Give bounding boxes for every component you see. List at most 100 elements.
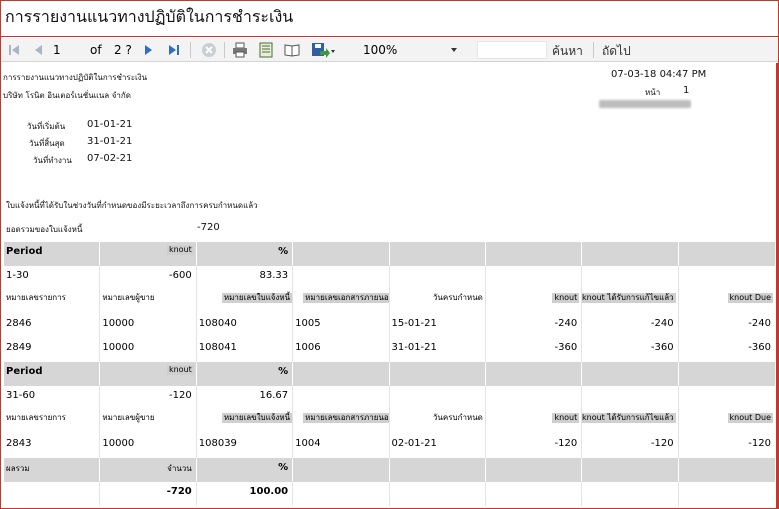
cell-invoice-no: 108041 (198, 342, 237, 353)
zoom-value: 100% (363, 43, 398, 57)
col-header-amount-due: knout Due (727, 413, 773, 423)
total-pages-label: 2 ? (114, 43, 132, 57)
cell-external-doc-no: 1005 (295, 318, 321, 329)
period-value: 31-60 (6, 390, 36, 401)
cell-due-date: 15-01-21 (391, 318, 437, 329)
percent-label: % (278, 366, 289, 377)
date-end-value: 31-01-21 (87, 136, 133, 147)
report-toolbar: of 2 ? 100% ค้นหา ถัดไป (1, 38, 778, 62)
toolbar-separator (224, 42, 225, 58)
table-row: 2846 10000 108040 1005 15-01-21 -240 -24… (4, 314, 775, 338)
col-header-amount-settled: knout ได้รับการแก้ไขแล้ว (582, 413, 676, 423)
cell-amount-settled: -240 (650, 318, 674, 329)
col-header-due-date: วันครบกำหนด (432, 413, 483, 422)
cell-due-date: 31-01-21 (391, 342, 437, 353)
page-setup-icon[interactable] (283, 41, 301, 59)
page-number-input[interactable] (53, 41, 83, 59)
date-work-value: 07-02-21 (87, 153, 133, 164)
page-label: หน้า (645, 88, 661, 97)
cell-amount: -360 (554, 342, 578, 353)
col-header-vendor-no: หมายเลขผู้ขาย (102, 293, 155, 302)
period-label: Period (6, 366, 43, 377)
page-number: 1 (683, 85, 690, 96)
window-title: การรายงานแนวทางปฏิบัติในการชำระเงิน (5, 7, 294, 26)
of-label: of (90, 43, 102, 57)
percent-value: 83.33 (259, 270, 289, 281)
date-work-label: วันที่ทำงาน (33, 156, 72, 165)
find-link[interactable]: ค้นหา (552, 42, 583, 61)
cell-amount-settled: -360 (650, 342, 674, 353)
print-icon[interactable] (231, 41, 249, 59)
group-header-row: Period knout % (4, 362, 775, 386)
cell-entry-no: 2846 (6, 318, 32, 329)
date-start-value: 01-01-21 (87, 119, 133, 130)
export-icon[interactable] (310, 41, 336, 59)
date-start-label: วันที่เริ่มต้น (27, 122, 66, 131)
toolbar-separator (190, 42, 191, 58)
col-header-entry-no: หมายเลขรายการ (6, 293, 66, 302)
stop-icon[interactable] (200, 41, 218, 59)
cell-amount-settled: -120 (650, 438, 674, 449)
percent-label: % (278, 246, 289, 257)
cell-vendor-no: 10000 (102, 438, 135, 449)
col-header-amount-settled: knout ได้รับการแก้ไขแล้ว (582, 293, 676, 303)
cell-due-date: 02-01-21 (391, 438, 437, 449)
col-header-due-date: วันครบกำหนด (432, 293, 483, 302)
last-page-icon[interactable] (167, 41, 181, 59)
cell-amount-due: -120 (748, 438, 771, 449)
cell-vendor-no: 10000 (102, 318, 135, 329)
col-header-amount: knout (552, 413, 580, 423)
report-name: การรายงานแนวทางปฏิบัติในการชำระเงิน (3, 73, 148, 82)
amount-value: -600 (169, 270, 192, 281)
report-datetime: 07-03-18 04:47 PM (611, 69, 707, 80)
total-percent-label: % (278, 462, 289, 473)
cell-invoice-no: 108039 (198, 438, 237, 449)
amount-value: -120 (169, 390, 192, 401)
date-end-label: วันที่สิ้นสุด (29, 139, 65, 148)
cell-entry-no: 2843 (6, 438, 32, 449)
group-summary-row: 1-30 -600 83.33 (4, 266, 775, 290)
cell-external-doc-no: 1004 (295, 438, 321, 449)
toolbar-separator (593, 42, 594, 58)
report-body: การรายงานแนวทางปฏิบัติในการชำระเงิน บริษ… (1, 63, 778, 508)
col-header-amount-due: knout Due (727, 293, 773, 303)
detail-header-row: หมายเลขรายการ หมายเลขผู้ขาย หมายเลขใบแจ้… (4, 410, 775, 434)
col-header-vendor-no: หมายเลขผู้ขาย (102, 413, 155, 422)
total-amount-value: -720 (166, 486, 192, 497)
col-header-invoice-no: หมายเลขใบแจ้งหนี้ (221, 293, 293, 303)
cell-vendor-no: 10000 (102, 342, 135, 353)
table-row: 2843 10000 108039 1004 02-01-21 -120 -12… (4, 434, 775, 458)
zoom-select[interactable]: 100% (357, 40, 461, 60)
cell-invoice-no: 108040 (198, 318, 237, 329)
col-header-external-doc-no: หมายเลขเอกสารภายนอก (303, 413, 389, 423)
invoice-total-value: -720 (197, 222, 220, 233)
find-input[interactable] (477, 41, 547, 59)
company-name: บริษัท โรนิต อินเตอร์เนชั่นแนล จำกัด (3, 91, 131, 100)
cell-entry-no: 2849 (6, 342, 32, 353)
find-next-link[interactable]: ถัดไป (602, 42, 631, 61)
total-row: -720 100.00 (4, 482, 775, 506)
period-label: Period (6, 246, 43, 257)
detail-header-row: หมายเลขรายการ หมายเลขผู้ขาย หมายเลขใบแจ้… (4, 290, 775, 314)
col-header-external-doc-no: หมายเลขเอกสารภายนอก (303, 293, 389, 303)
group-header-row: Period knout % (4, 242, 775, 266)
total-label: ผลรวม (6, 464, 30, 473)
title-bar: การรายงานแนวทางปฏิบัติในการชำระเงิน (1, 1, 778, 37)
table-row: 2849 10000 108041 1006 31-01-21 -360 -36… (4, 338, 775, 362)
col-header-amount: knout (552, 293, 580, 303)
chevron-down-icon (451, 48, 457, 52)
first-page-icon[interactable] (7, 41, 21, 59)
group-summary-row: 31-60 -120 16.67 (4, 386, 775, 410)
total-header-row: ผลรวม จำนวน % (4, 458, 775, 482)
vertical-scrollbar[interactable] (776, 63, 778, 508)
redacted-text (599, 100, 691, 108)
period-value: 1-30 (6, 270, 29, 281)
previous-page-icon[interactable] (31, 41, 45, 59)
percent-value: 16.67 (259, 390, 289, 401)
amount-label: knout (166, 245, 194, 255)
total-amount-label: จำนวน (167, 464, 192, 473)
next-page-icon[interactable] (142, 41, 156, 59)
page-layout-icon[interactable] (257, 41, 275, 59)
notice-text: ใบแจ้งหนี้ที่ได้รับในช่วงวันที่กำหนดของม… (6, 201, 258, 210)
col-header-invoice-no: หมายเลขใบแจ้งหนี้ (221, 413, 293, 423)
